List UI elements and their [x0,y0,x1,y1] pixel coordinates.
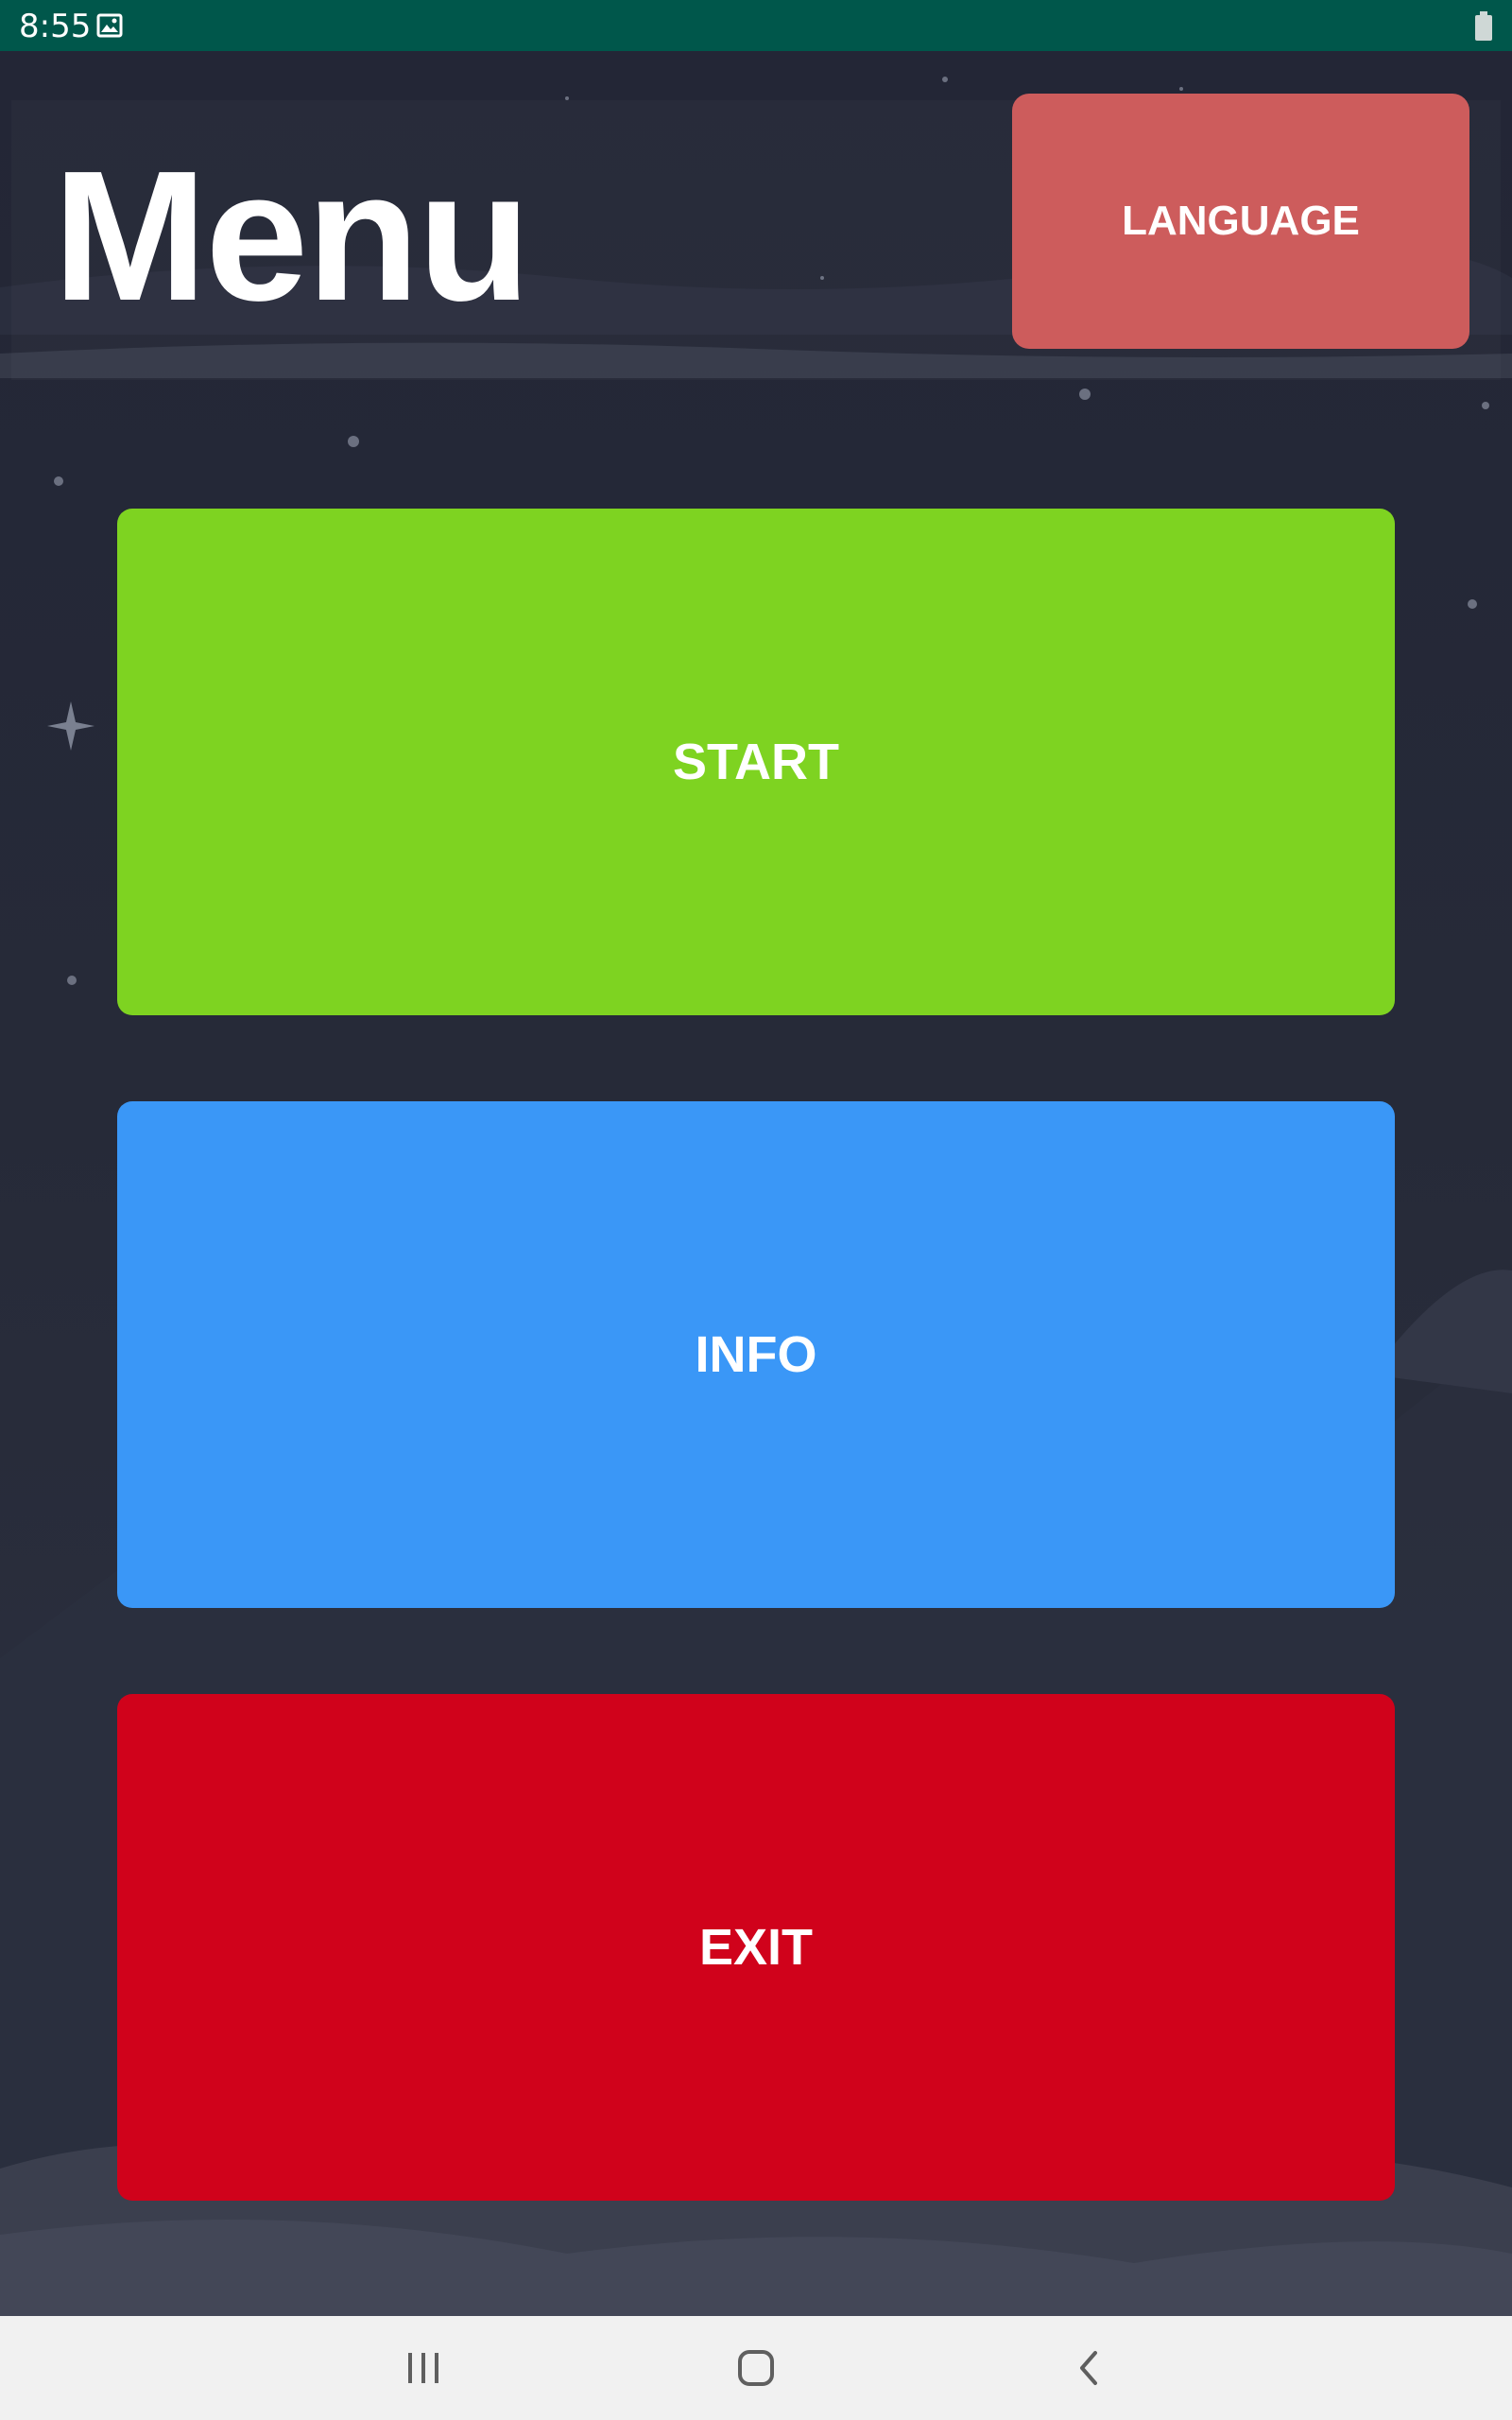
language-button[interactable]: LANGUAGE [1012,94,1469,349]
gallery-icon [96,13,123,43]
battery-icon [1474,11,1493,46]
recents-icon[interactable] [348,2316,499,2420]
exit-button[interactable]: EXIT [117,1694,1395,2201]
status-bar: 8:55 [0,0,1512,51]
app-area: Menu LANGUAGE START INFO EXIT [0,51,1512,2316]
page-title: Menu [53,132,531,339]
status-time: 8:55 [19,8,92,45]
home-icon[interactable] [680,2316,832,2420]
back-icon[interactable] [1013,2316,1164,2420]
start-button[interactable]: START [117,509,1395,1015]
info-button[interactable]: INFO [117,1101,1395,1608]
navigation-bar [0,2316,1512,2420]
